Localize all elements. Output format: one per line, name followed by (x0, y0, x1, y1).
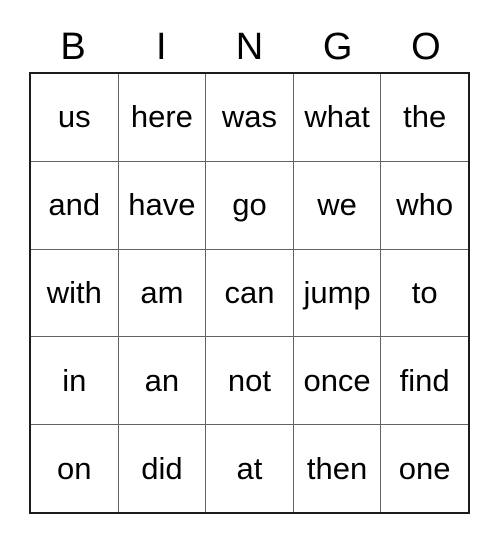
bingo-header-row: B I N G O (29, 22, 470, 72)
bingo-row: on did at then one (31, 425, 468, 512)
bingo-cell[interactable]: did (118, 425, 207, 512)
bingo-cell[interactable]: to (381, 249, 468, 337)
bingo-card: B I N G O us here was what the and have … (0, 0, 500, 544)
bingo-cell[interactable]: an (118, 337, 207, 425)
header-letter-i: I (156, 26, 167, 68)
bingo-cell[interactable]: what (293, 74, 382, 161)
bingo-row: us here was what the (31, 74, 468, 162)
bingo-cell[interactable]: we (293, 161, 382, 249)
bingo-cell[interactable]: go (206, 161, 294, 249)
bingo-cell[interactable]: and (31, 161, 119, 249)
bingo-cell[interactable]: jump (293, 249, 382, 337)
bingo-cell[interactable]: on (31, 425, 119, 512)
bingo-cell[interactable]: have (118, 161, 207, 249)
bingo-row: with am can jump to (31, 249, 468, 338)
bingo-cell[interactable]: in (31, 337, 119, 425)
bingo-cell[interactable]: find (381, 337, 468, 425)
bingo-grid: us here was what the and have go we who … (29, 72, 470, 514)
header-letter-b: B (60, 26, 86, 68)
header-letter-n: N (235, 26, 264, 68)
bingo-cell[interactable]: with (31, 249, 119, 337)
bingo-cell[interactable]: the (381, 74, 468, 161)
bingo-cell[interactable]: then (293, 425, 382, 512)
bingo-cell[interactable]: can (206, 249, 294, 337)
bingo-row: in an not once find (31, 337, 468, 426)
header-letter-g: G (322, 26, 353, 68)
bingo-cell[interactable]: was (206, 74, 294, 161)
bingo-cell[interactable]: us (31, 74, 119, 161)
bingo-cell[interactable]: not (206, 337, 294, 425)
bingo-cell[interactable]: am (118, 249, 207, 337)
bingo-cell[interactable]: once (293, 337, 382, 425)
bingo-cell[interactable]: at (206, 425, 294, 512)
bingo-cell[interactable]: one (381, 425, 468, 512)
bingo-row: and have go we who (31, 161, 468, 250)
bingo-cell[interactable]: who (381, 161, 468, 249)
header-letter-o: O (411, 26, 441, 68)
bingo-cell[interactable]: here (118, 74, 207, 161)
